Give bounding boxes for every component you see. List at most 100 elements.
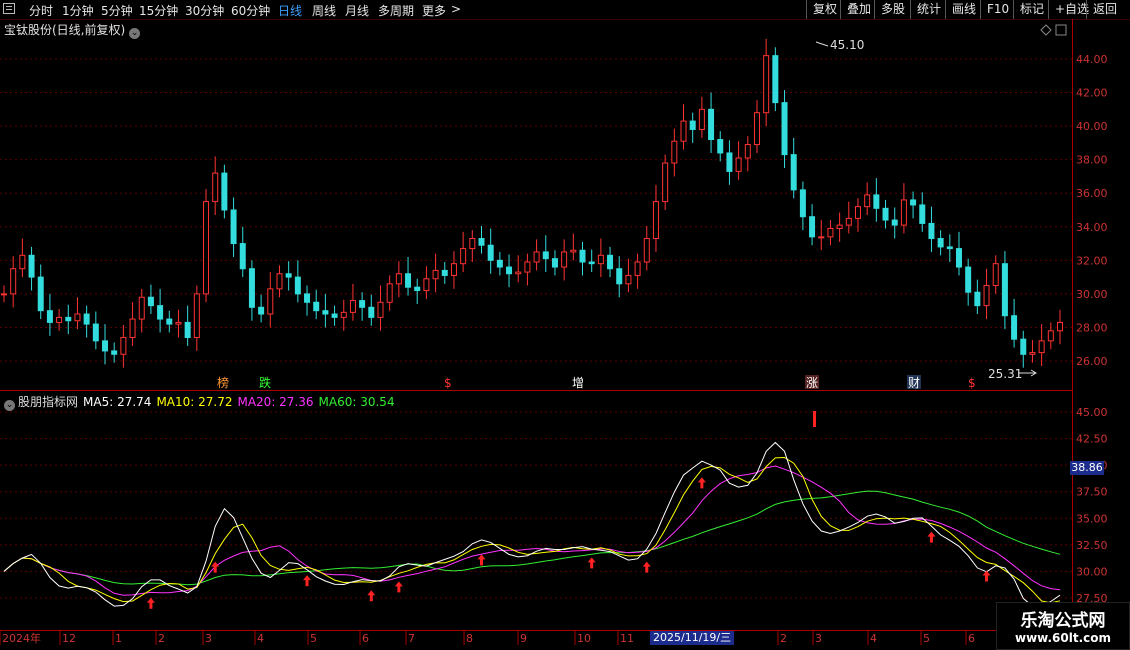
candle-body bbox=[561, 251, 568, 268]
candle-body bbox=[441, 269, 448, 276]
event-zhang[interactable]: 涨 bbox=[806, 375, 818, 390]
candle-body bbox=[717, 139, 724, 154]
candle-body bbox=[937, 238, 944, 248]
candle-body bbox=[157, 305, 164, 320]
candle-body bbox=[294, 276, 301, 295]
candle-body bbox=[423, 278, 430, 292]
kline-chart[interactable]: 45.10 25.31 榜 跌 $ 增 涨 财 $ 44.00 42.00 40.0… bbox=[0, 0, 1130, 650]
candle-body bbox=[203, 201, 210, 295]
event-bang[interactable]: 榜 bbox=[217, 375, 229, 390]
price-tick: 44.00 bbox=[1076, 53, 1108, 66]
signal-bar bbox=[813, 411, 816, 427]
candle-body bbox=[845, 217, 852, 226]
candle-body bbox=[184, 321, 191, 339]
ma60-value: MA60: 30.54 bbox=[318, 395, 395, 409]
window-icon[interactable] bbox=[1055, 24, 1067, 36]
candle-body bbox=[349, 300, 356, 313]
indicator-tick: 35.00 bbox=[1076, 512, 1108, 525]
candle-body bbox=[102, 340, 109, 352]
indicator-lines bbox=[3, 441, 1061, 608]
candle-body bbox=[735, 157, 742, 172]
up-arrow-icon bbox=[367, 590, 376, 602]
candle-body bbox=[974, 291, 981, 307]
up-arrow-icon bbox=[477, 554, 486, 566]
price-tick: 28.00 bbox=[1076, 321, 1108, 334]
cursor-price-box: 38.86 bbox=[1070, 461, 1104, 475]
up-arrow-icon bbox=[697, 477, 706, 489]
candle-body bbox=[46, 310, 53, 323]
time-tick: 11 bbox=[620, 632, 634, 645]
candle-body bbox=[827, 227, 834, 238]
candle-body bbox=[992, 263, 999, 287]
time-tick: 2 bbox=[780, 632, 787, 645]
chevron-down-icon[interactable]: ⌄ bbox=[4, 400, 15, 411]
event-dollar-2[interactable]: $ bbox=[968, 376, 976, 390]
candle-body bbox=[28, 254, 35, 278]
candle-body bbox=[680, 120, 687, 142]
event-zeng[interactable]: 增 bbox=[572, 376, 584, 390]
candle-body bbox=[1020, 338, 1027, 355]
candle-body bbox=[331, 313, 338, 318]
time-tick: 2 bbox=[158, 632, 165, 645]
time-tick: 6 bbox=[362, 632, 369, 645]
time-tick: 3 bbox=[205, 632, 212, 645]
candle-body bbox=[496, 259, 503, 268]
candle-body bbox=[478, 238, 485, 246]
candle-body bbox=[588, 261, 595, 265]
candle-body bbox=[414, 286, 421, 292]
price-tick: 26.00 bbox=[1076, 355, 1108, 368]
candle-body bbox=[1047, 330, 1054, 342]
watermark-title: 乐淘公式网 bbox=[1020, 611, 1106, 631]
candle-body bbox=[928, 222, 935, 240]
candle-body bbox=[359, 300, 366, 308]
time-tick: 5 bbox=[310, 632, 317, 645]
candle-body bbox=[432, 269, 439, 280]
candle-body bbox=[634, 261, 641, 276]
time-tick: 2024年 bbox=[2, 631, 41, 645]
time-tick: 10 bbox=[577, 632, 591, 645]
up-arrow-icon bbox=[927, 531, 936, 543]
price-tick: 34.00 bbox=[1076, 221, 1108, 234]
candle-body bbox=[772, 55, 779, 104]
candle-body bbox=[1, 293, 7, 296]
ma10-value: MA10: 27.72 bbox=[156, 395, 233, 409]
candle-body bbox=[662, 162, 669, 203]
up-arrow-icon bbox=[394, 581, 403, 593]
candle-body bbox=[487, 244, 494, 261]
up-arrow-icon bbox=[211, 561, 220, 573]
event-dollar-1[interactable]: $ bbox=[444, 376, 452, 390]
event-cai[interactable]: 财 bbox=[908, 376, 920, 390]
candle-body bbox=[166, 318, 173, 325]
price-tick: 40.00 bbox=[1076, 120, 1108, 133]
candle-body bbox=[395, 273, 402, 285]
candle-body bbox=[864, 194, 871, 208]
candle-body bbox=[551, 258, 558, 268]
candle-body bbox=[607, 254, 614, 270]
candle-body bbox=[506, 266, 513, 275]
time-tick: 5 bbox=[923, 632, 930, 645]
candle-body bbox=[671, 140, 678, 164]
candle-body bbox=[965, 266, 972, 293]
time-tick: 7 bbox=[408, 632, 415, 645]
candle-body bbox=[221, 172, 228, 211]
indicator-axis: 45.0042.5040.0037.5035.0032.5030.0027.50 bbox=[1076, 406, 1108, 605]
indicator-title[interactable]: ⌄ 股朋指标网 MA5: 27.74 MA10: 27.72 MA20: 27.36 MA… bbox=[4, 393, 400, 411]
candle-body bbox=[175, 321, 182, 325]
up-arrow-icon bbox=[146, 597, 155, 609]
candle-body bbox=[111, 350, 118, 355]
candle-body bbox=[10, 268, 17, 295]
candle-body bbox=[377, 301, 384, 318]
candle-body bbox=[37, 276, 44, 312]
time-tick: 3 bbox=[815, 632, 822, 645]
diamond-icon[interactable] bbox=[1040, 24, 1052, 36]
candle-body bbox=[643, 238, 650, 263]
candle-body bbox=[652, 201, 659, 240]
candle-body bbox=[120, 337, 127, 355]
candle-body bbox=[322, 310, 329, 315]
candle-body bbox=[753, 112, 760, 146]
indicator-tick: 42.50 bbox=[1076, 433, 1108, 446]
price-tick: 32.00 bbox=[1076, 254, 1108, 267]
candle-body bbox=[405, 273, 412, 288]
indicator-tick: 30.00 bbox=[1076, 565, 1108, 578]
event-die[interactable]: 跌 bbox=[259, 375, 271, 390]
